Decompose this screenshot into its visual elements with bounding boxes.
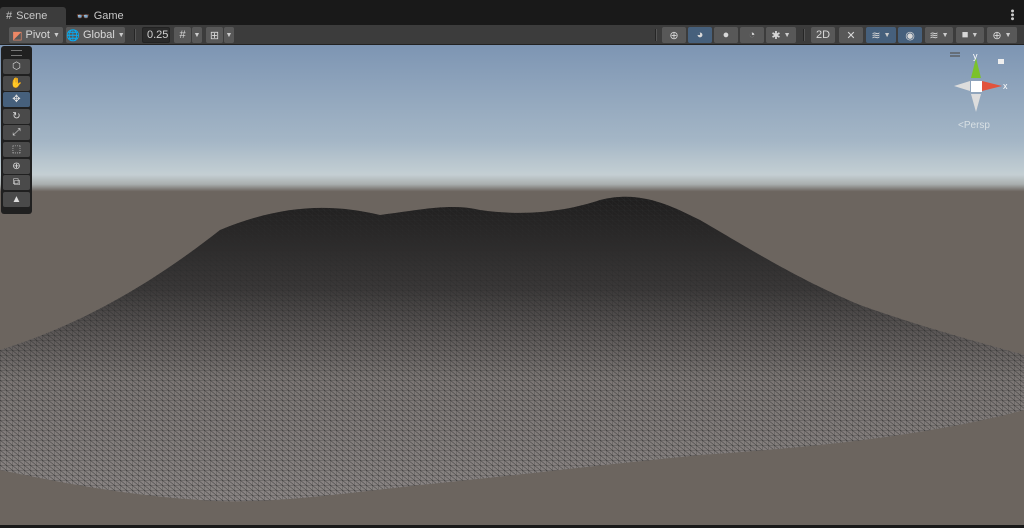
snap-increment-field[interactable]: 0.25 (142, 27, 170, 43)
gamepad-icon: 👓 (76, 10, 90, 23)
gizmo-drag-handle-icon[interactable] (950, 52, 960, 57)
scene-viewport[interactable] (0, 45, 1024, 525)
scale-tool-button[interactable]: ⤢ (3, 125, 30, 141)
increment-snap-icon[interactable]: ⊞ (206, 27, 223, 43)
tool-palette: ⬡ ✋ ✥ ↻ ⤢ ⬚ ⊕ ⧉ ▲ (1, 46, 32, 214)
pivot-dropdown[interactable]: ◩ Pivot ▼ (9, 27, 63, 43)
camera-dropdown[interactable]: ■ ▼ (956, 27, 984, 43)
svg-text:y: y (973, 51, 978, 61)
custom-tool-icon: ⧉ (12, 177, 21, 189)
orientation-gizmo[interactable]: y x <Persp (940, 46, 1020, 136)
gizmo-center-cube[interactable] (971, 81, 982, 92)
scene-toolbar: ◩ Pivot ▼ 🌐 Global ▼ 0.25 # ▼ ⊞ ▼ ⊕ ◕ ● ◔ ✱ ▼… (0, 25, 1024, 45)
palette-drag-handle[interactable] (11, 50, 22, 56)
camera-icon: ■ (961, 29, 969, 41)
visibility-toggle-button[interactable]: ◉ (898, 27, 922, 43)
grid-snap-icon[interactable]: # (174, 27, 191, 43)
tab-scene[interactable]: # Scene (0, 7, 66, 25)
layers-icon: ≋ (929, 29, 939, 42)
gizmos-dropdown[interactable]: ⊕ ▼ (987, 27, 1017, 43)
lock-icon[interactable] (998, 59, 1004, 64)
tab-bar: # Scene 👓 Game ••• (0, 0, 1024, 25)
debug-draw-dropdown[interactable]: ✱ ▼ (766, 27, 796, 43)
rect-tool-button[interactable]: ⬚ (3, 141, 30, 157)
neg-x-axis-cone[interactable] (954, 81, 970, 91)
tab-game[interactable]: 👓 Game (70, 7, 130, 25)
neg-y-axis-cone[interactable] (971, 94, 981, 112)
view-tool-button[interactable]: ⬡ (3, 59, 30, 74)
terrain-icon: ▲ (11, 193, 22, 205)
transform-tool-button[interactable]: ⊕ (3, 158, 30, 174)
transform-icon: ⊕ (12, 160, 21, 172)
eye-icon: ◉ (905, 29, 915, 42)
divider (803, 29, 805, 41)
global-dropdown[interactable]: 🌐 Global ▼ (66, 27, 125, 43)
rotate-tool-button[interactable]: ↻ (3, 108, 30, 124)
lighting-toggle-button[interactable]: ✕ (839, 27, 863, 43)
increment-snap-dropdown[interactable]: ▼ (224, 27, 234, 43)
wireframe-shading-button[interactable]: ⊕ (662, 27, 686, 43)
grid-snap-dropdown[interactable]: ▼ (192, 27, 202, 43)
scale-icon: ⤢ (12, 127, 21, 139)
x-axis-cone[interactable] (982, 81, 1002, 91)
globe-icon: 🌐 (66, 29, 80, 42)
gizmo-icon: ⊕ (992, 29, 1002, 42)
custom-tool-button[interactable]: ⧉ (3, 175, 30, 191)
move-tool-button[interactable]: ✥ (3, 92, 30, 108)
terrain-wireframe (0, 196, 1024, 502)
pivot-icon: ◩ (12, 29, 23, 42)
shaded-wireframe-button[interactable]: ◕ (688, 27, 712, 43)
unlit-button[interactable]: ◔ (740, 27, 764, 43)
layers-dropdown[interactable]: ≋ ▼ (925, 27, 953, 43)
effects-dropdown[interactable]: ≋ ▼ (866, 27, 896, 43)
move-icon: ✥ (12, 94, 21, 106)
grid-icon: # (6, 10, 13, 22)
cube-icon: ⬡ (12, 61, 21, 72)
layers-plus-icon: ≋ (871, 29, 881, 42)
svg-text:x: x (1003, 81, 1008, 91)
divider (134, 29, 136, 41)
rect-icon: ⬚ (11, 143, 22, 155)
rotate-icon: ↻ (12, 110, 21, 122)
projection-label[interactable]: <Persp (958, 120, 990, 131)
more-menu-icon[interactable]: ••• (1006, 9, 1018, 21)
y-axis-cone[interactable] (971, 58, 981, 78)
hand-icon: ✋ (10, 77, 23, 89)
shaded-button[interactable]: ● (714, 27, 738, 43)
hand-tool-button[interactable]: ✋ (3, 75, 30, 91)
terrain-tool-button[interactable]: ▲ (3, 191, 30, 207)
2d-toggle-button[interactable]: 2D (811, 27, 835, 43)
divider (655, 29, 657, 41)
bug-icon: ✱ (771, 29, 781, 42)
